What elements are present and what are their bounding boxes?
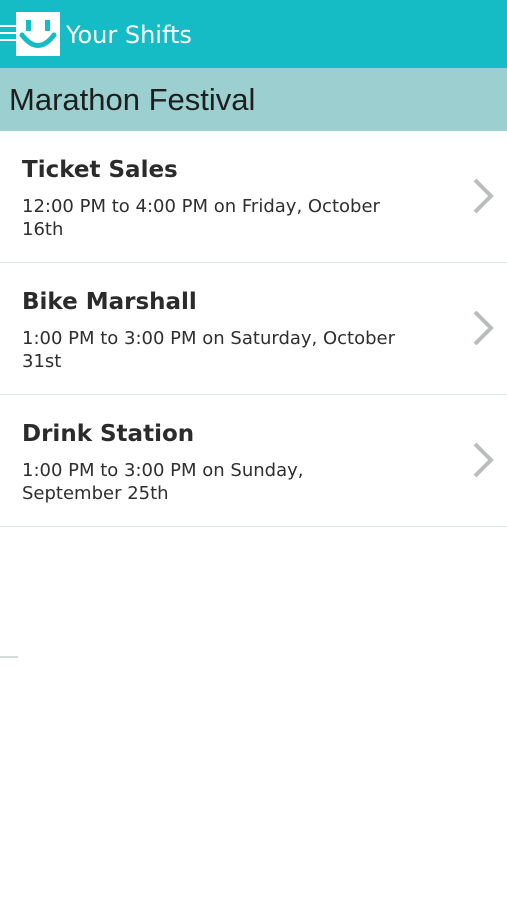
shift-time: 1:00 PM to 3:00 PM on Sunday, September … <box>22 460 304 504</box>
drawer-edge-divider <box>0 656 18 658</box>
shift-name: Bike Marshall <box>22 289 197 315</box>
smiley-logo-icon <box>16 12 60 56</box>
chevron-right-icon <box>469 308 497 348</box>
app-bar: Your Shifts <box>0 0 507 68</box>
chevron-right-icon <box>469 176 497 216</box>
app-title: Your Shifts <box>66 21 192 49</box>
event-header: Marathon Festival <box>0 68 507 131</box>
shift-row-ticket-sales[interactable]: Ticket Sales 12:00 PM to 4:00 PM on Frid… <box>0 131 507 263</box>
shift-name: Drink Station <box>22 421 195 447</box>
chevron-right-icon <box>469 440 497 480</box>
shift-time: 12:00 PM to 4:00 PM on Friday, October 1… <box>22 196 380 240</box>
event-title: Marathon Festival <box>9 82 256 117</box>
shift-time: 1:00 PM to 3:00 PM on Saturday, October … <box>22 328 396 372</box>
hamburger-menu-icon[interactable] <box>0 25 16 43</box>
shift-row-drink-station[interactable]: Drink Station 1:00 PM to 3:00 PM on Sund… <box>0 395 507 527</box>
shift-row-bike-marshall[interactable]: Bike Marshall 1:00 PM to 3:00 PM on Satu… <box>0 263 507 395</box>
shift-list: Ticket Sales 12:00 PM to 4:00 PM on Frid… <box>0 131 507 527</box>
shift-name: Ticket Sales <box>22 157 178 183</box>
